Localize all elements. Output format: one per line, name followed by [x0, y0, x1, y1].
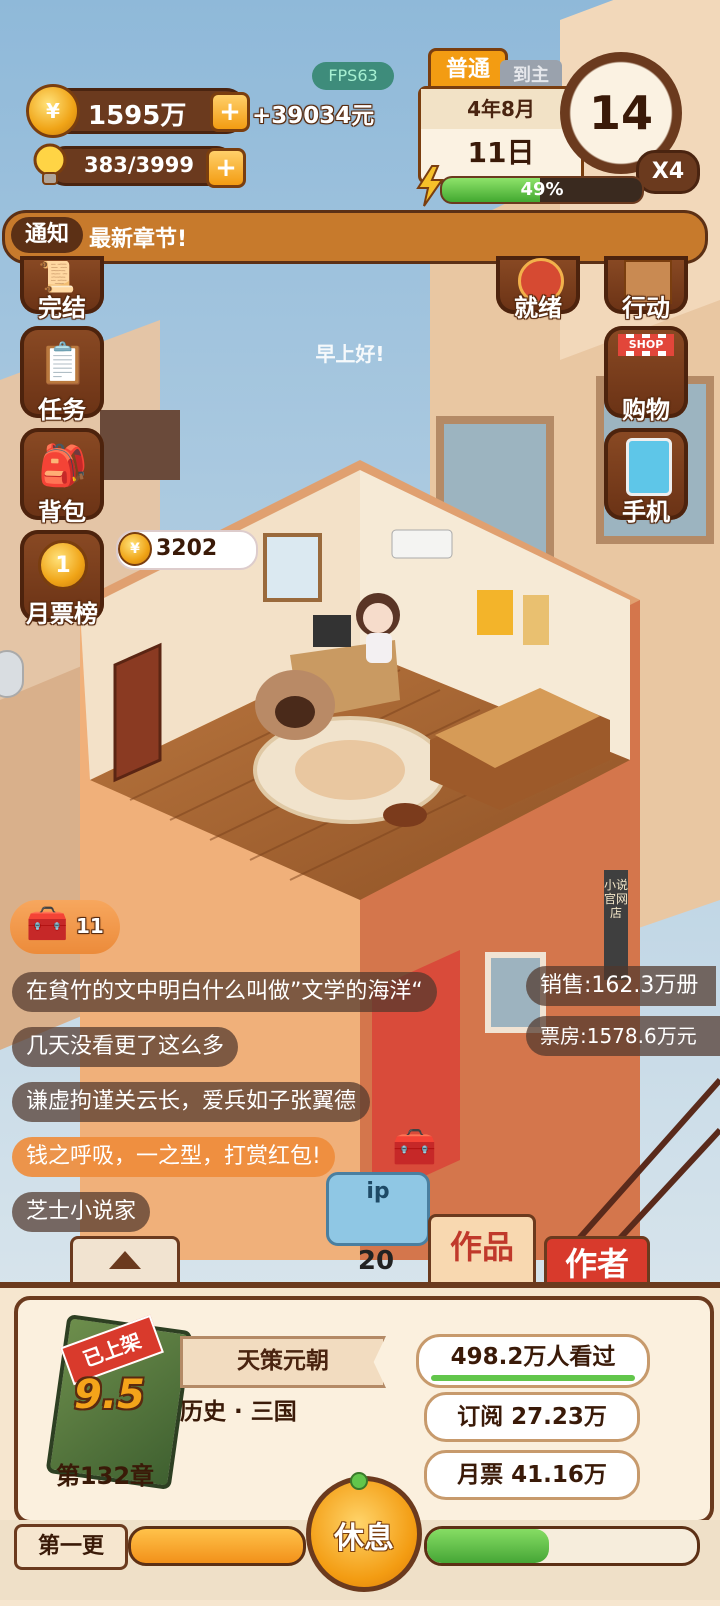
money-value: 1595万: [88, 101, 187, 131]
menu-completed-label: 完结: [38, 294, 86, 322]
views-progress-fill: [431, 1375, 635, 1381]
speed-button[interactable]: X4: [636, 150, 700, 194]
menu-backpack-label: 背包: [38, 498, 86, 526]
coin-icon: ¥: [26, 84, 80, 138]
energy-progress-bar: [424, 1526, 700, 1566]
chat-line-3: 谦虚拘谨关云长，爱兵如子张翼德: [12, 1082, 371, 1122]
day-progress-bar: 49%: [440, 176, 644, 204]
lightbulb-icon: [30, 142, 70, 188]
chapter-label: 第132章: [55, 1462, 155, 1490]
add-money-button[interactable]: +: [210, 92, 250, 132]
chat-line-5: 芝士小说家: [12, 1192, 151, 1232]
energy-progress-fill: [427, 1529, 549, 1563]
clock-value: 14: [588, 86, 653, 140]
ip-count: 20: [357, 1246, 395, 1276]
book-genre: 历史 · 三国: [180, 1399, 297, 1425]
chest-count: 11: [76, 914, 104, 938]
store-sign: 小说官网店: [604, 878, 629, 920]
chevron-up-icon: [109, 1251, 141, 1269]
treasure-chest-icon: 🧰: [26, 904, 69, 944]
menu-shop-label: 购物: [622, 396, 670, 424]
date-month: 4年8月: [421, 89, 581, 129]
add-energy-button[interactable]: +: [206, 148, 246, 188]
coin-bubble-value: 3202: [156, 536, 218, 561]
day-progress-label: 49%: [520, 179, 564, 200]
first-update-button[interactable]: 第一更: [14, 1524, 128, 1570]
greeting-text: 早上好!: [315, 342, 385, 366]
chat-line-2: 几天没看更了这么多: [12, 1027, 239, 1067]
views-text: 498.2万人看过: [450, 1344, 616, 1370]
notice-bar[interactable]: 通知 最新章节!: [2, 210, 708, 264]
rest-label: 休息: [334, 1521, 394, 1556]
book-title: 天策元朝: [237, 1348, 329, 1374]
menu-action-label: 行动: [622, 294, 670, 322]
notice-text: 最新章节!: [89, 227, 188, 252]
checklist-icon: 📋: [38, 341, 88, 387]
menu-ready-label: 就绪: [514, 294, 562, 322]
write-progress-fill: [131, 1529, 303, 1563]
fps-counter: FPS63: [312, 62, 394, 90]
expand-panel-button[interactable]: [70, 1236, 180, 1287]
monthly-tickets-pill: 月票 41.16万: [424, 1450, 640, 1500]
title-ribbon: 天策元朝: [180, 1336, 386, 1388]
tab-works[interactable]: 作品: [428, 1214, 536, 1286]
chat-line-1: 在貧竹的文中明白什么叫做”文学的海洋“: [12, 972, 437, 1012]
red-envelope-chest-icon: 🧰: [392, 1127, 437, 1168]
energy-value: 383/3999: [84, 153, 194, 177]
medal-icon: 1: [38, 540, 88, 590]
views-pill: 498.2万人看过: [416, 1334, 650, 1388]
shop-sign-text: SHOP: [625, 338, 667, 351]
ip-card[interactable]: ip: [326, 1172, 430, 1246]
sales-stat: 销售:162.3万册: [526, 966, 716, 1006]
subscriptions-pill: 订阅 27.23万: [424, 1392, 640, 1442]
rest-indicator-dot: [350, 1472, 368, 1490]
backpack-icon: 🎒: [38, 443, 88, 489]
phone-icon: [626, 438, 672, 496]
chest-reward-pill[interactable]: 🧰 11: [10, 900, 120, 954]
money-rate: +39034元: [252, 103, 375, 129]
menu-phone-label: 手机: [622, 498, 670, 526]
menu-monthly-ranking-label: 月票榜: [26, 600, 98, 628]
book-rating: 9.5: [74, 1372, 145, 1418]
notice-tag: 通知: [11, 217, 83, 253]
coin-bubble[interactable]: ¥ 3202: [116, 530, 258, 570]
side-drawer-handle[interactable]: [0, 650, 24, 698]
menu-tasks-label: 任务: [38, 396, 86, 424]
ip-label: ip: [366, 1179, 390, 1204]
box-office-stat: 票房:1578.6万元: [526, 1016, 720, 1056]
write-progress-bar: [128, 1526, 306, 1566]
bubble-coin-icon: ¥: [118, 532, 152, 566]
shop-awning-icon: SHOP: [618, 334, 674, 356]
lightning-icon: [412, 164, 448, 208]
chat-line-4-reward[interactable]: 钱之呼吸，一之型，打赏红包!: [12, 1137, 335, 1177]
rest-button[interactable]: 休息: [306, 1476, 422, 1592]
